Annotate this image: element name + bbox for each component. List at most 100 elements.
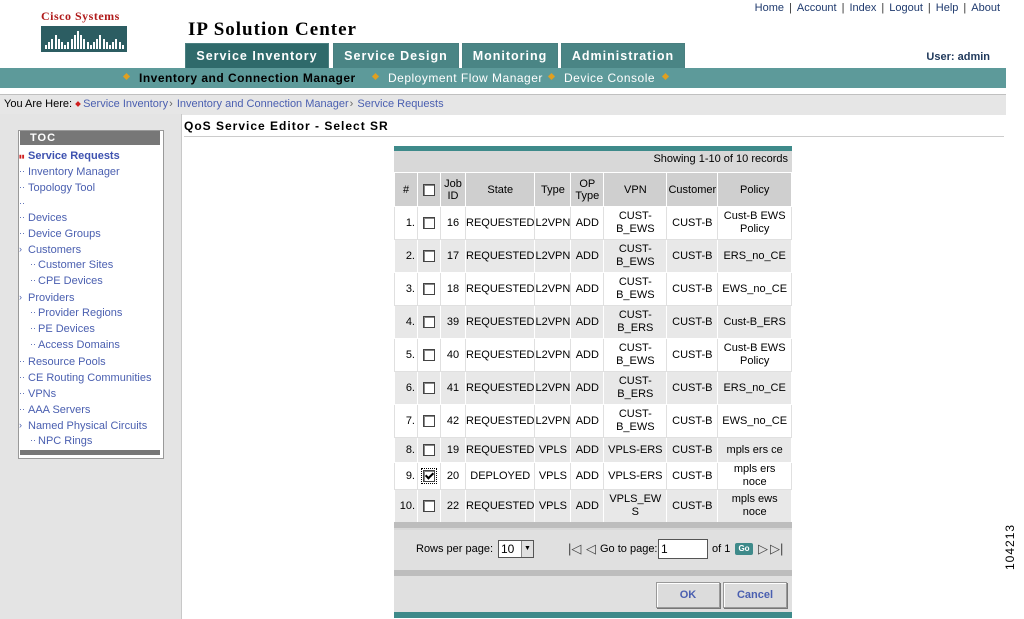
table-row[interactable]: 3. 18 REQUESTED L2VPN ADD CUST-B_EWS CUST-B EWS… <box>394 272 792 306</box>
row-select-cell <box>417 206 441 240</box>
col-header-type[interactable]: Type <box>534 172 572 207</box>
table-row[interactable]: 5. 40 REQUESTED L2VPN ADD CUST-B_EWS CUST-B Cus… <box>394 338 792 372</box>
row-checkbox[interactable] <box>423 499 435 512</box>
toc-item[interactable]: AAA Servers <box>28 404 90 416</box>
toc-item[interactable]: Inventory Manager <box>28 166 120 178</box>
col-header-vpn[interactable]: VPN <box>603 172 668 207</box>
cell-op: ADD <box>570 272 605 306</box>
select-all-checkbox[interactable] <box>423 183 435 196</box>
cell-job: 42 <box>440 404 466 438</box>
table-row[interactable]: 8. 19 REQUESTED VPLS ADD VPLS-ERS CUST-B mpls e… <box>394 437 792 463</box>
toc-item[interactable]: Topology Tool <box>28 182 95 194</box>
tree-line-icon: ·· <box>19 182 25 192</box>
toc-item[interactable]: Devices <box>28 212 67 224</box>
cell-vpn: VPLS-ERS <box>603 462 668 490</box>
tree-line-icon: ·· <box>30 339 36 349</box>
toc-item[interactable]: Service Requests <box>28 150 120 162</box>
toc-item[interactable]: CE Routing Communities <box>28 372 152 384</box>
last-page-icon[interactable]: ▷| <box>770 541 783 557</box>
row-checkbox[interactable] <box>423 381 435 394</box>
row-checkbox[interactable] <box>423 348 435 361</box>
toc-item[interactable]: CPE Devices <box>38 275 103 287</box>
go-button[interactable]: Go <box>735 543 753 555</box>
cell-type: L2VPN <box>534 206 572 240</box>
cell-op: ADD <box>570 206 605 240</box>
col-header-select-all <box>417 172 441 207</box>
row-select-cell <box>417 404 441 438</box>
goto-page-input[interactable]: 1 <box>658 539 708 559</box>
logo-text: Cisco Systems <box>41 9 120 23</box>
row-checkbox[interactable] <box>423 249 435 262</box>
subnav-device-console[interactable]: Device Console <box>564 71 655 85</box>
top-link-logout[interactable]: Logout <box>889 2 923 14</box>
first-page-icon[interactable]: |◁ <box>568 541 581 557</box>
toc-item[interactable]: Device Groups <box>28 228 101 240</box>
row-checkbox[interactable] <box>423 414 435 427</box>
rows-per-page-select[interactable]: 10 ▼ <box>498 540 534 558</box>
toc-item[interactable]: Access Domains <box>38 339 120 351</box>
toc-item[interactable]: Customers <box>28 244 81 256</box>
tab-service-inventory[interactable]: Service Inventory <box>185 43 329 68</box>
cell-type: L2VPN <box>534 371 572 405</box>
table-row[interactable]: 10. 22 REQUESTED VPLS ADD VPLS_EWS CUST-B mpls … <box>394 489 792 523</box>
top-link-about[interactable]: About <box>971 2 1000 14</box>
cell-op: ADD <box>570 338 605 372</box>
table-row[interactable]: 7. 42 REQUESTED L2VPN ADD CUST-B_EWS CUST-B EWS… <box>394 404 792 438</box>
toc-item[interactable]: NPC Rings <box>38 435 92 447</box>
next-page-icon[interactable]: ▷ <box>758 541 768 557</box>
grid-top-bar <box>394 146 792 151</box>
table-body: 1. 16 REQUESTED L2VPN ADD CUST-B_EWS CUST-B Cus… <box>394 206 792 523</box>
tab-administration[interactable]: Administration <box>561 43 685 68</box>
toc-item[interactable]: Named Physical Circuits <box>28 420 147 432</box>
col-header-job-id[interactable]: Job ID <box>440 172 466 207</box>
tree-line-icon: ·· <box>30 323 36 333</box>
location-icon <box>75 101 81 107</box>
toc-item[interactable]: VPNs <box>28 388 56 400</box>
top-link-help[interactable]: Help <box>936 2 959 14</box>
top-link-account[interactable]: Account <box>797 2 837 14</box>
toc-item[interactable]: PE Devices <box>38 323 95 335</box>
toc-item[interactable]: Resource Pools <box>28 356 106 368</box>
row-checkbox[interactable] <box>423 443 435 456</box>
subnav-inventory-connection-manager[interactable]: Inventory and Connection Manager <box>139 71 356 85</box>
breadcrumb-service-inventory[interactable]: Service Inventory <box>83 98 168 110</box>
subnav-deployment-flow-manager[interactable]: Deployment Flow Manager <box>388 71 543 85</box>
expand-icon[interactable]: › <box>19 420 22 430</box>
toc-item[interactable]: Customer Sites <box>38 259 113 271</box>
col-header-op-type[interactable]: OP Type <box>570 172 605 207</box>
col-header-policy[interactable]: Policy <box>717 172 792 207</box>
ok-button[interactable]: OK <box>656 582 720 608</box>
cell-policy: ERS_no_CE <box>717 239 792 273</box>
top-link-home[interactable]: Home <box>755 2 784 14</box>
row-checkbox[interactable] <box>423 315 435 328</box>
tab-service-design[interactable]: Service Design <box>333 43 459 68</box>
top-link-index[interactable]: Index <box>849 2 876 14</box>
table-row[interactable]: 4. 39 REQUESTED L2VPN ADD CUST-B_ERS CUST-B Cus… <box>394 305 792 339</box>
link-separator: | <box>927 2 931 14</box>
table-row[interactable]: 1. 16 REQUESTED L2VPN ADD CUST-B_EWS CUST-B Cus… <box>394 206 792 240</box>
col-header-customer[interactable]: Customer <box>666 172 719 207</box>
prev-page-icon[interactable]: ◁ <box>586 541 596 557</box>
expand-icon[interactable]: › <box>19 244 22 254</box>
row-checkbox[interactable] <box>423 469 435 482</box>
table-row[interactable]: 6. 41 REQUESTED L2VPN ADD CUST-B_ERS CUST-B ERS… <box>394 371 792 405</box>
toc-item[interactable]: Providers <box>28 292 74 304</box>
cancel-button[interactable]: Cancel <box>723 582 787 608</box>
row-select-cell <box>417 371 441 405</box>
breadcrumb-inventory-connection-manager[interactable]: Inventory and Connection Manager <box>177 98 349 110</box>
chevron-right-icon: › <box>349 98 354 110</box>
row-select-cell <box>417 489 441 523</box>
cell-customer: CUST-B <box>666 206 719 240</box>
breadcrumb-service-requests[interactable]: Service Requests <box>357 98 443 110</box>
row-checkbox[interactable] <box>423 216 435 229</box>
row-checkbox[interactable] <box>423 282 435 295</box>
table-row[interactable]: 2. 17 REQUESTED L2VPN ADD CUST-B_EWS CUST-B ERS… <box>394 239 792 273</box>
figure-id: 104213 <box>1003 523 1017 570</box>
cell-job: 40 <box>440 338 466 372</box>
col-header-state[interactable]: State <box>464 172 536 207</box>
tab-monitoring[interactable]: Monitoring <box>462 43 558 68</box>
toc-item[interactable]: Provider Regions <box>38 307 122 319</box>
table-row[interactable]: 9. 20 DEPLOYED VPLS ADD VPLS-ERS CUST-B mpls er… <box>394 462 792 490</box>
expand-icon[interactable]: › <box>19 292 22 302</box>
cell-customer: CUST-B <box>666 272 719 306</box>
